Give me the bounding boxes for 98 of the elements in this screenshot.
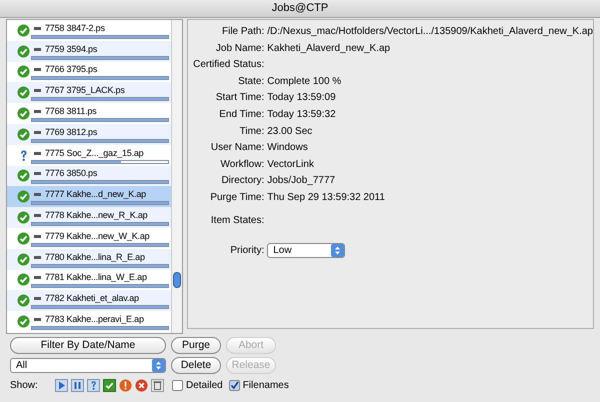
- dash-icon: [34, 130, 41, 134]
- filter-button[interactable]: Filter By Date/Name: [10, 337, 166, 354]
- action-button[interactable]: Purge: [171, 337, 221, 354]
- job-name: 7769 3812.ps: [45, 128, 98, 137]
- trash-icon[interactable]: [151, 379, 164, 392]
- checkbox[interactable]: [172, 380, 183, 391]
- job-row[interactable]: 7759 3594.ps: [7, 40, 172, 62]
- field-value: Kakheti_Alaverd_new_K.ap: [267, 42, 392, 56]
- job-row[interactable]: 7767 3795_LACK.ps: [7, 82, 172, 104]
- job-row[interactable]: 7766 3795.ps: [7, 62, 172, 82]
- job-row[interactable]: 7781 Kakhe...lina_W_E.ap: [7, 270, 172, 290]
- job-row[interactable]: 7778 Kakhe...new_R_K.ap: [7, 207, 172, 228]
- dash-icon: [34, 193, 41, 196]
- pause-icon[interactable]: [71, 379, 84, 392]
- field-value: Today 13:59:32: [267, 108, 337, 122]
- job-name: 7779 Kakhe...new_W_K.ap: [45, 232, 150, 241]
- option-checkbox[interactable]: Filenames: [228, 378, 289, 393]
- job-name: 7759 3594.ps: [45, 44, 98, 54]
- field-value: Windows: [267, 141, 309, 156]
- field-label: Start Time:: [214, 91, 264, 106]
- check-icon: [17, 252, 30, 266]
- dash-icon: [34, 214, 41, 218]
- field-label: State:: [237, 74, 264, 89]
- dash-icon: [34, 110, 41, 114]
- job-row[interactable]: 7780 Kakhe...lina_R_E.ap: [7, 248, 172, 270]
- option-checkbox[interactable]: Detailed: [172, 378, 223, 393]
- dash-icon: [34, 276, 41, 280]
- field-value: Complete 100 %: [267, 74, 342, 89]
- field-label: Certified Status:: [192, 58, 264, 72]
- field-label: Priority:: [229, 244, 264, 258]
- check-icon: [17, 128, 30, 141]
- check-icon[interactable]: [103, 379, 116, 392]
- check-icon: [17, 44, 30, 58]
- job-name: 7767 3795_LACK.ps: [45, 86, 125, 96]
- scrollbar[interactable]: [171, 20, 182, 333]
- field-label: User Name:: [210, 141, 264, 156]
- field-label: Time:: [238, 124, 264, 139]
- checkbox[interactable]: [228, 380, 240, 391]
- check-icon: [17, 24, 30, 37]
- check-icon: [17, 315, 30, 328]
- job-name: 7758 3847-2.ps: [45, 24, 105, 33]
- dash-icon: [34, 172, 41, 176]
- job-name: 7777 Kakhe...d_new_K.ap: [45, 190, 146, 200]
- field-value: 23.00 Sec: [267, 124, 314, 139]
- job-name: 7781 Kakhe...lina_W_E.ap: [45, 273, 147, 282]
- job-name: 7776 3850.ps: [45, 169, 98, 178]
- check-icon: [17, 232, 30, 245]
- field-value: VectorLink: [267, 158, 315, 172]
- field-value: Thu Sep 29 13:59:32 2011: [267, 190, 386, 205]
- job-name: 7780 Kakhe...lina_R_E.ap: [45, 252, 145, 262]
- check-icon: [17, 273, 30, 286]
- field-label: Directory:: [220, 174, 264, 188]
- check-icon: [17, 86, 30, 100]
- check-icon: [17, 65, 30, 78]
- action-button[interactable]: Delete: [171, 357, 221, 374]
- priority-select[interactable]: Low: [267, 242, 346, 258]
- play-icon[interactable]: [55, 379, 68, 392]
- field-label: Purge Time:: [209, 190, 264, 205]
- filter-select[interactable]: All: [10, 358, 166, 373]
- job-name: 7768 3811.ps: [45, 107, 96, 116]
- dash-icon: [34, 152, 41, 155]
- dash-icon: [34, 256, 41, 259]
- dash-icon: [34, 68, 41, 72]
- dash-icon: [34, 26, 41, 30]
- window-title: Jobs@CTP: [272, 1, 328, 16]
- field-label: File Path:: [221, 25, 264, 39]
- field-value: Jobs/Job_7777: [267, 174, 336, 188]
- check-icon: [17, 169, 30, 182]
- stepper-icon: [331, 244, 344, 257]
- dash-icon: [34, 234, 41, 238]
- dash-icon: [34, 48, 41, 51]
- check-icon: [17, 211, 30, 224]
- job-name: 7782 Kakheti_et_alav.ap: [45, 294, 139, 304]
- question-icon[interactable]: [87, 379, 100, 392]
- warning-icon[interactable]: [119, 379, 132, 392]
- field-label: End Time:: [218, 108, 264, 122]
- job-name: 7778 Kakhe...new_R_K.ap: [45, 211, 148, 220]
- check-icon: [17, 190, 30, 204]
- job-name: 7783 Kakhe...peravi_E.ap: [45, 315, 144, 324]
- error-icon[interactable]: [135, 379, 148, 392]
- field-value: /D:/Nexus_mac/Hotfolders/VectorLi.../135909/Kakheti_Alaverd_new_K.ap: [267, 25, 593, 39]
- check-icon: [17, 107, 30, 120]
- dash-icon: [34, 297, 41, 300]
- field-label: Item States:: [210, 214, 264, 228]
- job-row[interactable]: 7776 3850.ps: [7, 166, 172, 186]
- dash-icon: [34, 318, 41, 322]
- field-value: Today 13:59:09: [267, 91, 337, 106]
- dash-icon: [34, 89, 41, 92]
- stepper-icon: [152, 359, 165, 372]
- job-row[interactable]: 7777 Kakhe...d_new_K.ap: [7, 186, 172, 208]
- field-label: Job Name:: [214, 42, 264, 56]
- show-label: Show:: [10, 379, 39, 393]
- job-row[interactable]: 7769 3812.ps: [7, 124, 172, 145]
- field-label: Workflow:: [220, 158, 264, 172]
- check-icon: [17, 294, 30, 308]
- job-name: 7775 Soc_Z..._gaz_15.ap: [45, 148, 144, 158]
- job-name: 7766 3795.ps: [45, 65, 98, 74]
- job-row[interactable]: 7782 Kakheti_et_alav.ap: [7, 290, 172, 312]
